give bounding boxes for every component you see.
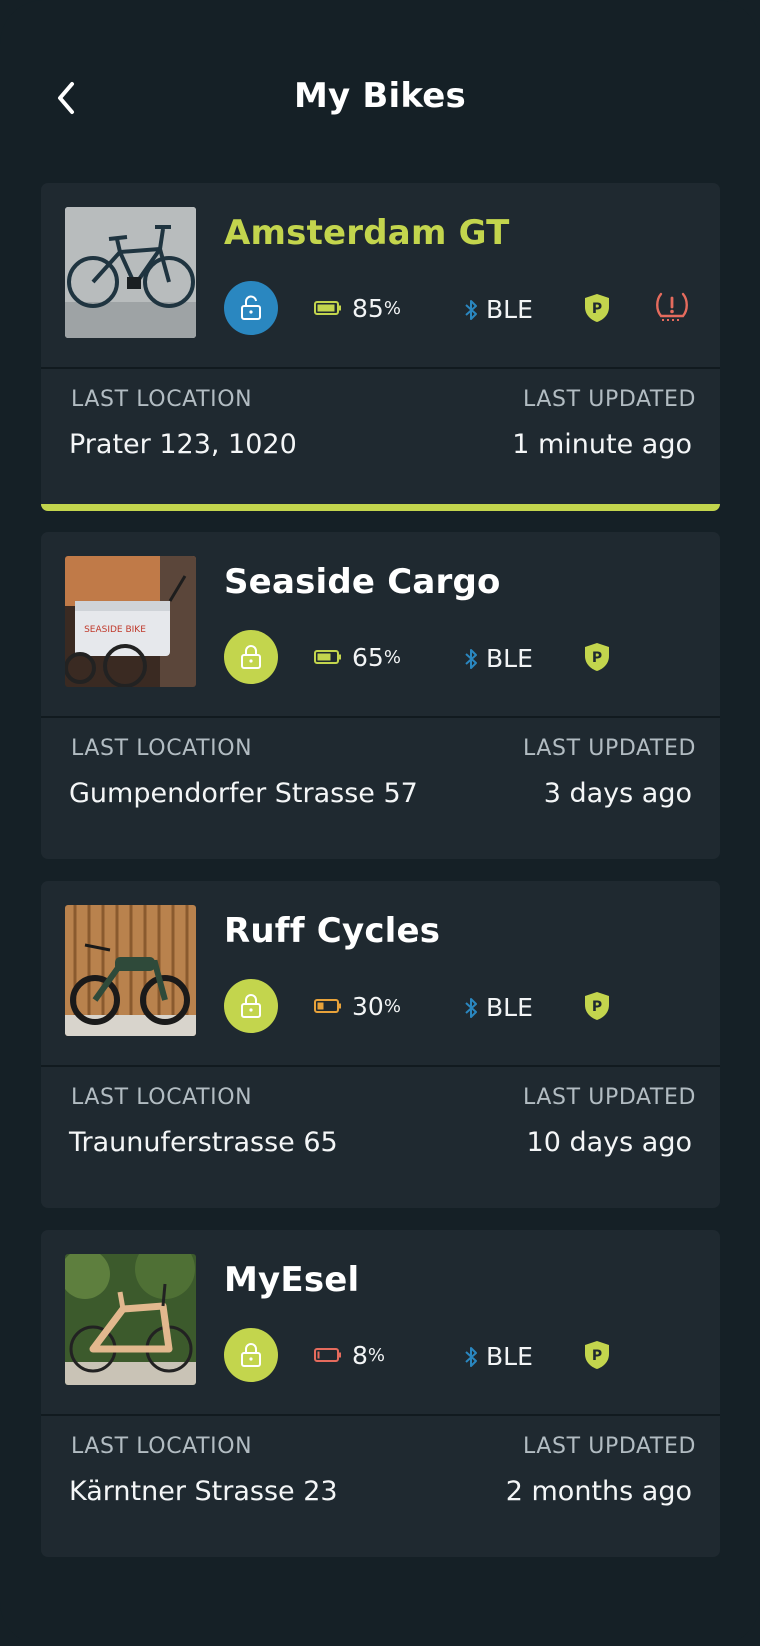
bike-card-header: MyEsel 8 % BLE P [41,1230,720,1416]
bluetooth-icon [465,648,477,669]
protection-status: P [584,991,610,1025]
bike-photo [65,1254,196,1385]
status-row: 8% BLE P [224,1328,694,1382]
battery-icon [314,1348,341,1362]
battery-percent: 65 [352,642,384,672]
last-location-value: Traunuferstrasse 65 [69,1127,338,1158]
lock-toggle[interactable] [224,1328,278,1382]
last-location-label: LAST LOCATION [71,1085,253,1110]
connection-status: BLE [464,1342,533,1371]
battery-status: 30% [314,991,401,1021]
bike-card-header: Ruff Cycles 30 % BLE P [41,881,720,1067]
last-updated-label: LAST UPDATED [523,1085,696,1110]
battery-unit: % [383,995,401,1017]
lock-toggle[interactable] [224,281,278,335]
svg-text:P: P [592,999,602,1015]
bike-name: Seaside Cargo [224,562,501,602]
bike-photo: SEASIDE BIKE [65,556,196,687]
battery-icon [314,301,341,315]
battery-icon [314,999,341,1013]
svg-text:P: P [592,1348,602,1364]
battery-icon [314,650,341,664]
tire-pressure-warning-icon [656,292,688,321]
status-row: 85% BLE P [224,281,694,335]
locked-padlock-icon [241,994,261,1018]
bike-photo [65,905,196,1036]
last-updated-value: 3 days ago [543,778,692,809]
bike-card-ruff-cycles[interactable]: Ruff Cycles 30 % BLE P LAST LOCATION LAS… [41,881,720,1208]
svg-text:P: P [592,650,602,666]
last-updated-label: LAST UPDATED [523,387,696,412]
protection-status: P [584,1340,610,1374]
locked-padlock-icon [241,645,261,669]
shield-p-icon: P [585,294,609,322]
connection-label: BLE [486,644,533,673]
connection-status: BLE [464,993,533,1022]
connection-label: BLE [486,993,533,1022]
battery-percent: 85 [352,293,384,323]
last-location-label: LAST LOCATION [71,387,253,412]
connection-label: BLE [486,295,533,324]
bike-photo [65,207,196,338]
bluetooth-icon [465,997,477,1018]
alert-status[interactable] [654,291,690,327]
last-updated-value: 2 months ago [505,1476,692,1507]
unlocked-padlock-icon [241,295,261,320]
connection-label: BLE [486,1342,533,1371]
status-row: 65% BLE P [224,630,694,684]
bike-card-details: LAST LOCATION LAST UPDATED Gumpendorfer … [41,718,720,859]
bike-name: MyEsel [224,1260,360,1300]
bike-card-details: LAST LOCATION LAST UPDATED Kärntner Stra… [41,1416,720,1557]
status-row: 30% BLE P [224,979,694,1033]
battery-status: 85% [314,293,401,323]
top-bar: My Bikes [0,0,760,200]
locked-padlock-icon [241,1343,261,1367]
bike-card-header: Amsterdam GT 85 % BLE P [41,183,720,369]
bike-list: Amsterdam GT 85 % BLE P LAST LOCATION LA… [41,183,720,1579]
last-location-value: Kärntner Strasse 23 [69,1476,338,1507]
bluetooth-icon [465,299,477,320]
bike-name: Amsterdam GT [224,213,510,253]
last-location-label: LAST LOCATION [71,1434,253,1459]
battery-status: 8% [314,1340,386,1370]
shield-p-icon: P [585,992,609,1020]
battery-unit: % [383,646,401,668]
last-updated-label: LAST UPDATED [523,736,696,761]
svg-text:SEASIDE BIKE: SEASIDE BIKE [84,625,146,635]
bike-card-header: SEASIDE BIKE Seaside Cargo 65 % BLE P [41,532,720,718]
lock-toggle[interactable] [224,979,278,1033]
bike-card-amsterdam-gt[interactable]: Amsterdam GT 85 % BLE P LAST LOCATION LA… [41,183,720,511]
bike-card-seaside-cargo[interactable]: SEASIDE BIKE Seaside Cargo 65 % BLE P LA… [41,532,720,859]
protection-status: P [584,293,610,327]
last-location-value: Prater 123, 1020 [69,429,297,460]
shield-p-icon: P [585,1341,609,1369]
protection-status: P [584,642,610,676]
page-title: My Bikes [294,76,466,116]
battery-unit: % [383,297,401,319]
bike-name: Ruff Cycles [224,911,441,951]
last-updated-label: LAST UPDATED [523,1434,696,1459]
battery-percent: 30 [352,991,384,1021]
connection-status: BLE [464,644,533,673]
shield-p-icon: P [585,643,609,671]
connection-status: BLE [464,295,533,324]
battery-percent: 8 [352,1340,368,1370]
last-location-value: Gumpendorfer Strasse 57 [69,778,418,809]
last-updated-value: 1 minute ago [512,429,692,460]
svg-text:P: P [592,301,602,317]
lock-toggle[interactable] [224,630,278,684]
battery-unit: % [367,1344,386,1366]
battery-status: 65% [314,642,401,672]
last-location-label: LAST LOCATION [71,736,253,761]
bluetooth-icon [465,1346,477,1367]
screen: My Bikes Amsterdam GT 85 % BLE P LAST LO… [0,0,760,1646]
bike-card-myesel[interactable]: MyEsel 8 % BLE P LAST LOCATION LAST UPDA… [41,1230,720,1557]
bike-card-details: LAST LOCATION LAST UPDATED Prater 123, 1… [41,369,720,510]
bike-card-details: LAST LOCATION LAST UPDATED Traunuferstra… [41,1067,720,1208]
last-updated-value: 10 days ago [526,1127,692,1158]
